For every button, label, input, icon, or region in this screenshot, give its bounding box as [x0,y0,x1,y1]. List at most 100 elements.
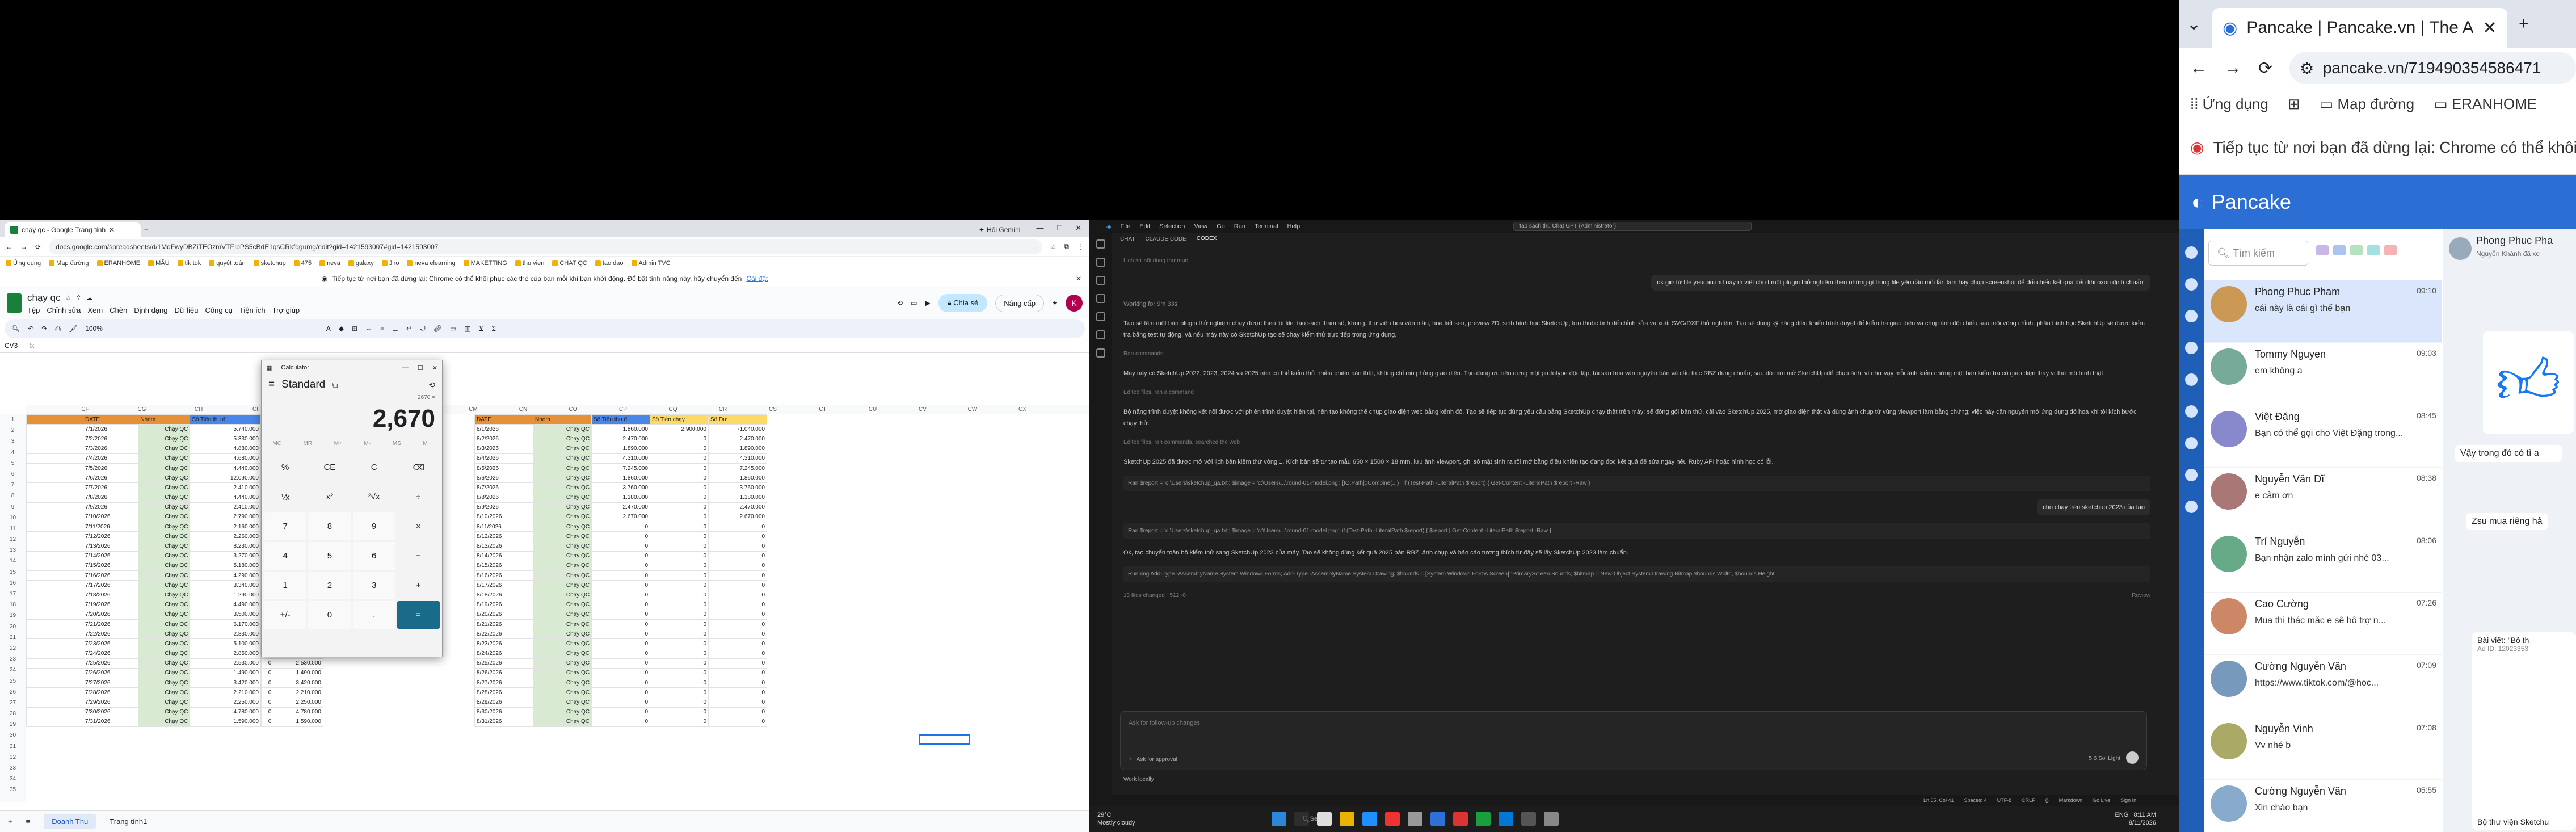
cell[interactable]: 0 [591,667,650,679]
cell[interactable]: 8/6/2026 [474,473,533,484]
tab-chat[interactable]: CHAT [1120,236,1135,242]
cell[interactable]: Chạy QC [138,541,191,552]
edge-icon[interactable] [1362,812,1377,826]
cell[interactable]: 8/30/2026 [474,707,533,717]
conversation-item[interactable]: Việt Đặng 08:45 Bạn có thể gọi cho Việt Đặ… [2204,405,2442,468]
cell[interactable]: Chạy QC [533,580,592,591]
chrome-taskbar-icon[interactable] [1384,812,1400,826]
cell[interactable]: 0 [650,551,709,561]
cell[interactable] [26,482,83,493]
new-tab-icon[interactable]: + [2519,14,2529,33]
cell[interactable]: Chạy QC [533,482,592,493]
cell[interactable]: 8/19/2026 [474,599,533,610]
sheets-tab[interactable]: chạy qc - Google Trang tính ✕ [5,222,141,237]
cell[interactable] [26,453,83,464]
cell[interactable]: Chạy QC [533,443,592,454]
model-select[interactable]: 5.6 Sol Light [2089,755,2120,762]
cell[interactable]: 0 [591,687,650,698]
calc-key[interactable]: . [352,601,395,629]
forward-icon[interactable]: → [2224,58,2241,78]
row-number[interactable]: 22 [0,643,26,654]
menu-item[interactable]: Định dạng [134,306,167,314]
cell[interactable]: 8/7/2026 [474,482,533,493]
cell[interactable]: Chạy QC [533,648,592,659]
cell[interactable]: 2.830.000 [190,629,261,640]
column-header[interactable]: CS [748,405,798,414]
windows-start-icon[interactable] [1271,812,1286,826]
bookmark[interactable]: Admin TVC [631,260,671,267]
cell[interactable]: 8/28/2026 [474,687,533,698]
move-icon[interactable]: ⇪ [75,294,81,302]
functions-icon[interactable]: Σ [491,325,495,333]
run-icon[interactable] [1096,294,1105,303]
bookmark[interactable]: galaxy [348,260,374,267]
selected-cell[interactable] [919,734,970,745]
cell[interactable]: 0 [708,697,767,708]
cell[interactable]: 0 [708,687,767,698]
calc-key[interactable]: = [397,601,440,629]
bookmark[interactable]: MẪU [148,260,170,267]
cell[interactable]: 1.890.000 [708,443,767,454]
cell[interactable]: 7/22/2026 [82,629,139,640]
cell[interactable]: 0 [708,629,767,640]
cell[interactable] [26,609,83,620]
fill-color-icon[interactable]: ◆ [339,325,344,333]
calc-history-icon[interactable]: ⟲ [428,380,435,390]
bookmark[interactable]: neva [319,260,340,267]
edited-files[interactable]: Edited files, ran a command [1123,387,2150,398]
calc-key[interactable]: − [397,542,440,570]
cell[interactable]: Chạy QC [138,511,191,523]
edited-files[interactable]: Edited files, ran commands, searched the… [1123,437,2150,448]
row-number[interactable]: 34 [0,774,26,784]
menu-icon[interactable]: ⋮ [1077,243,1084,251]
cell[interactable]: 0 [708,716,767,728]
row-number[interactable]: 10 [0,512,26,523]
cell[interactable]: 8/5/2026 [474,463,533,474]
row-number[interactable]: 13 [0,545,26,556]
cell[interactable]: 0 [260,678,274,688]
cell[interactable]: 7/6/2026 [82,473,139,484]
calc-key[interactable]: 6 [352,542,395,570]
cell[interactable]: 2.410.000 [190,502,261,512]
row-number[interactable]: 28 [0,708,26,719]
cell[interactable]: 2.210.000 [273,687,323,698]
all-sheets-icon[interactable]: ≡ [26,817,31,826]
remote-icon[interactable] [1096,330,1105,339]
cell[interactable]: 0 [650,619,709,630]
menu-item[interactable]: Xem [87,306,103,314]
menu-item[interactable]: Help [1287,223,1300,230]
cell[interactable]: Chạy QC [533,687,592,698]
cell[interactable]: 8/1/2026 [474,424,533,435]
pancake-tab[interactable]: ◉ Pancake | Pancake.vn | The All-i ✕ [2212,8,2508,48]
cell[interactable]: 7/19/2026 [82,599,139,610]
column-header[interactable]: CV [898,405,948,414]
calc-key[interactable]: CE [308,453,351,481]
row-number[interactable]: 15 [0,567,26,578]
calc-minimize-icon[interactable]: — [402,364,409,371]
cell[interactable]: 7/15/2026 [82,560,139,572]
cell[interactable]: 3.760.000 [708,482,767,493]
cell[interactable]: 0 [650,716,709,728]
column-header[interactable]: CG [113,405,170,414]
tag-chip[interactable] [2316,245,2329,255]
status-item[interactable]: Ln 65, Col 41 [1923,797,1954,803]
cell[interactable]: Chạy QC [533,599,592,610]
cell[interactable] [26,560,83,572]
calc-key[interactable]: 2 [308,572,351,599]
paint-format-icon[interactable]: 🖌︎ [69,325,77,333]
calc-key[interactable]: ⌫ [397,453,440,481]
column-header[interactable]: CX [997,405,1047,414]
cell[interactable]: 0 [650,522,709,532]
header-cell[interactable]: Số Tiền thu đ [190,414,261,425]
review-button[interactable]: Review [2132,590,2150,602]
conversation-item[interactable]: Cường Nguyễn Văn 07:09 https://www.tiktok.… [2204,655,2442,717]
cell[interactable]: 0 [708,551,767,561]
cell[interactable]: 4.680.000 [190,453,261,464]
cell[interactable]: 7.245.000 [591,463,650,474]
cell[interactable]: 0 [591,697,650,708]
cell[interactable]: Chạy QC [138,482,191,493]
minimize-icon[interactable]: — [1036,224,1043,233]
calc-key[interactable]: + [397,572,440,599]
cell[interactable]: Chạy QC [138,678,191,688]
menu-item[interactable]: Công cụ [205,306,232,314]
